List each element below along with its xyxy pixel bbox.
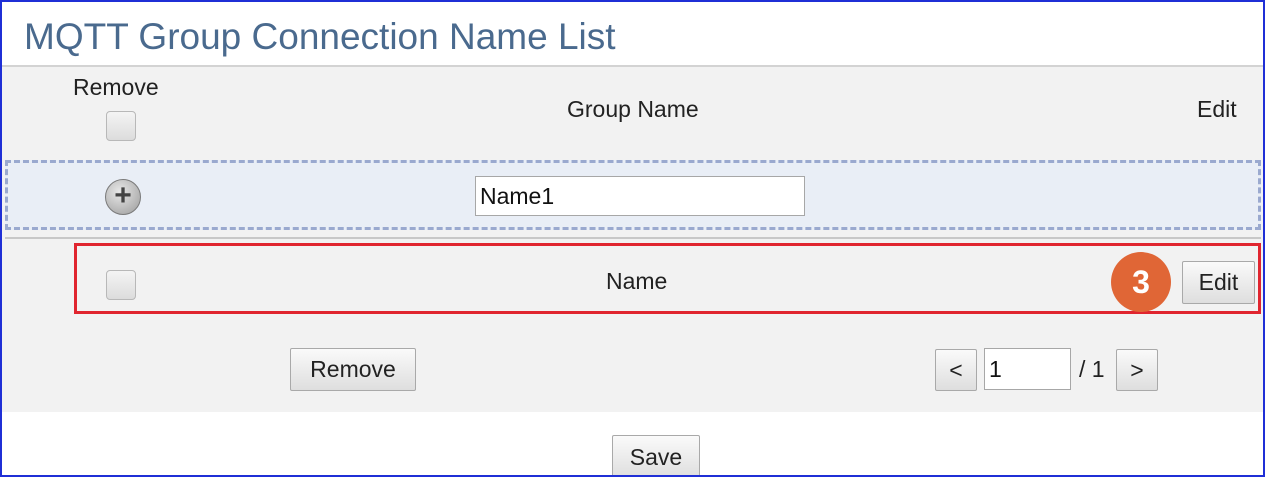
- remove-button[interactable]: Remove: [290, 348, 416, 391]
- edit-column-header: Edit: [1197, 96, 1237, 122]
- new-group-name-input[interactable]: [475, 176, 805, 216]
- page-number-input[interactable]: [984, 348, 1071, 390]
- select-all-checkbox[interactable]: [106, 111, 136, 141]
- row-divider: [5, 237, 1261, 239]
- next-page-button[interactable]: >: [1116, 349, 1158, 391]
- group-name-column-header: Group Name: [567, 96, 699, 122]
- page-total: / 1: [1079, 356, 1105, 382]
- plus-icon: +: [114, 178, 132, 212]
- step-badge: 3: [1111, 252, 1171, 312]
- page-title: MQTT Group Connection Name List: [24, 16, 616, 57]
- edit-button[interactable]: Edit: [1182, 261, 1255, 304]
- save-button[interactable]: Save: [612, 435, 700, 475]
- row-checkbox[interactable]: [106, 270, 136, 300]
- row-group-name: Name: [606, 268, 668, 294]
- app-frame: MQTT Group Connection Name List Remove G…: [0, 0, 1265, 477]
- highlight-box: [74, 243, 1261, 314]
- prev-page-button[interactable]: <: [935, 349, 977, 391]
- remove-column-header: Remove: [73, 74, 159, 100]
- add-group-button[interactable]: +: [105, 179, 141, 215]
